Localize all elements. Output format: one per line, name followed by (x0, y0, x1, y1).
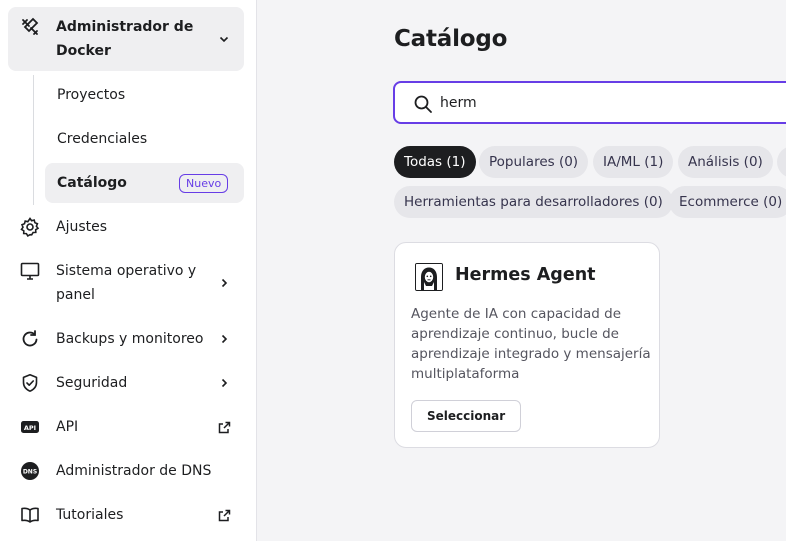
shield-icon (19, 372, 41, 394)
filter-chip-all[interactable]: Todas (1) (394, 146, 476, 178)
sidebar-item-label: panel (56, 287, 95, 303)
svg-text:API: API (24, 424, 36, 432)
search-icon (413, 94, 433, 114)
chevron-right-icon[interactable] (217, 332, 231, 346)
external-link-icon[interactable] (217, 508, 231, 522)
sidebar-item-security[interactable]: Seguridad (56, 371, 127, 395)
sidebar: Administrador de Docker Proyectos Creden… (0, 0, 257, 541)
refresh-icon (19, 328, 41, 350)
submenu-rail (33, 75, 34, 205)
chevron-right-icon[interactable] (217, 276, 231, 290)
main-content: Catálogo Todas (1) Populares (0) IA/ML (… (257, 0, 786, 541)
hermes-logo (415, 263, 443, 291)
page-title: Catálogo (394, 26, 508, 52)
app: Administrador de Docker Proyectos Creden… (0, 0, 786, 541)
dns-icon: DNS (19, 460, 41, 482)
book-icon (19, 504, 41, 526)
filter-chip-more[interactable] (777, 146, 786, 178)
filter-chip-ai-ml[interactable]: IA/ML (1) (593, 146, 674, 178)
new-badge: Nuevo (179, 174, 229, 193)
api-icon: API (19, 416, 41, 438)
sidebar-item-tutorials[interactable]: Tutoriales (56, 503, 123, 527)
catalog-card: Hermes Agent Agente de IA con capacidad … (394, 242, 660, 448)
monitor-icon (19, 260, 41, 282)
select-button[interactable]: Seleccionar (411, 400, 522, 432)
docker-manager-icon (19, 16, 41, 38)
sidebar-item-settings[interactable]: Ajustes (56, 215, 107, 239)
card-title: Hermes Agent (455, 265, 596, 285)
sidebar-item-label: Administrador de (56, 19, 194, 35)
search-box[interactable] (393, 81, 786, 124)
sidebar-item-backups[interactable]: Backups y monitoreo (56, 327, 203, 351)
sidebar-item-dns[interactable]: Administrador de DNS (56, 459, 211, 483)
external-link-icon[interactable] (217, 420, 231, 434)
sidebar-subitem-catalog-label: Catálogo (57, 175, 127, 191)
card-description: Agente de IA con capacidad de aprendizaj… (411, 306, 651, 382)
filter-chip-analysis[interactable]: Análisis (0) (678, 146, 773, 178)
sidebar-subitem-projects[interactable]: Proyectos (57, 84, 125, 106)
filter-chip-dev-tools[interactable]: Herramientas para desarrolladores (0) (394, 186, 673, 218)
chevron-right-icon[interactable] (217, 376, 231, 390)
gear-icon (19, 216, 41, 238)
sidebar-item-label: Docker (56, 43, 111, 59)
sidebar-item-api[interactable]: API (56, 415, 78, 439)
filter-chip-popular[interactable]: Populares (0) (479, 146, 589, 178)
filter-chip-ecommerce[interactable]: Ecommerce (0) (669, 186, 786, 218)
chevron-down-icon[interactable] (217, 32, 231, 46)
sidebar-subitem-credentials[interactable]: Credenciales (57, 128, 147, 150)
svg-text:DNS: DNS (23, 469, 37, 476)
search-input[interactable] (440, 92, 740, 114)
sidebar-item-os-panel[interactable]: Sistema operativo y (56, 259, 196, 283)
